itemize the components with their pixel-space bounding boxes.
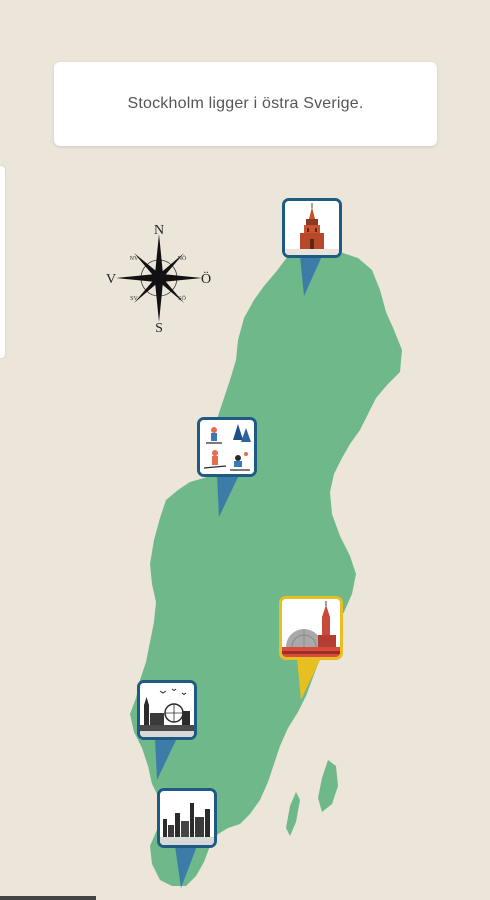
compass-ne-label: NÖ — [178, 255, 187, 262]
compass-sw-label: SV — [130, 296, 138, 302]
home-indicator — [0, 896, 96, 900]
winter-sports-icon — [197, 417, 257, 477]
gotland-island — [318, 760, 338, 812]
industrial-skyline-icon — [157, 788, 217, 848]
compass-east-label: Ö — [201, 270, 211, 287]
compass-se-label: SÖ — [178, 295, 186, 302]
compass-rose-icon: N S V Ö NV NÖ SV SÖ — [106, 223, 211, 336]
harbor-skyline-icon — [137, 680, 197, 740]
compass-south-label: S — [155, 321, 163, 336]
compass-west-label: V — [106, 272, 116, 287]
church-tower-icon — [282, 198, 342, 258]
compass-north-label: N — [154, 223, 164, 238]
city-hall-globe-icon — [279, 596, 343, 660]
oland-island — [286, 792, 300, 836]
compass-nw-label: NV — [130, 256, 139, 262]
